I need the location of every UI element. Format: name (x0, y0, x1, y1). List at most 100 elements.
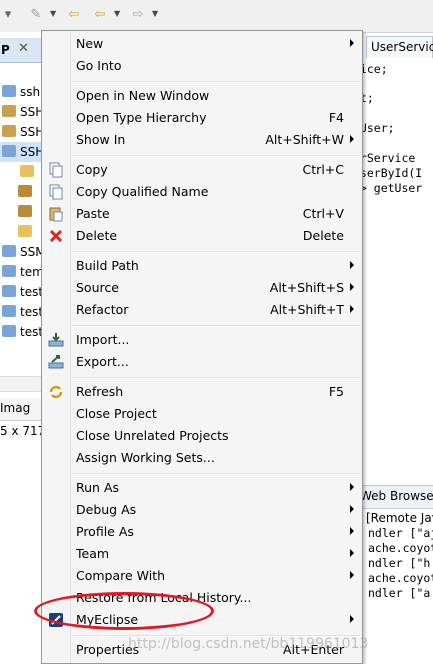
tree-item[interactable]: test (0, 302, 42, 322)
editor-tab[interactable]: UserServic (366, 36, 433, 58)
menu-item-shortcut: F5 (328, 384, 344, 399)
menu-item-label: Import... (76, 332, 130, 347)
library-icon (18, 205, 32, 217)
console-line: ndler ["h (368, 556, 431, 570)
menu-item-shortcut: Ctrl+V (302, 206, 344, 221)
menu-item-copy-qualified-name[interactable]: Copy Qualified Name (42, 181, 362, 203)
tree-item-label: SSH (20, 125, 42, 139)
image-size-text: 5 x 717 (0, 424, 46, 438)
package-explorer-tab[interactable]: P ✕ (0, 38, 42, 63)
menu-item-import[interactable]: Import... (42, 329, 362, 351)
import-icon (48, 332, 64, 348)
tree-item-selected[interactable]: SSH (0, 142, 42, 162)
export-icon (48, 354, 64, 370)
chevron-down-icon[interactable]: ▼ (50, 9, 56, 18)
menu-item-label: Refresh (76, 384, 124, 399)
tree-item[interactable]: SSH (0, 122, 42, 142)
menu-item-source[interactable]: Source Alt+Shift+S (42, 277, 362, 299)
menu-item-compare-with[interactable]: Compare With (42, 565, 362, 587)
project-icon (2, 125, 16, 137)
submenu-arrow-icon (350, 283, 354, 291)
menu-item-new[interactable]: New (42, 33, 362, 55)
menu-item-export[interactable]: Export... (42, 351, 362, 373)
menu-item-go-into[interactable]: Go Into (42, 55, 362, 77)
menu-item-profile-as[interactable]: Profile As (42, 521, 362, 543)
tree-item-label: test (20, 325, 42, 339)
menu-item-paste[interactable]: Paste Ctrl+V (42, 203, 362, 225)
menu-item-label: Source (76, 280, 119, 295)
menu-item-run-as[interactable]: Run As (42, 477, 362, 499)
menu-item-open-in-new-window[interactable]: Open in New Window (42, 85, 362, 107)
menu-item-open-type-hierarchy[interactable]: Open Type Hierarchy F4 (42, 107, 362, 129)
tree-item[interactable]: ssh (0, 82, 42, 102)
project-icon (2, 245, 16, 257)
forward-icon[interactable]: ⇨ (130, 7, 146, 23)
web-browser-tab[interactable]: Web Browse (352, 485, 433, 509)
menu-item-show-in[interactable]: Show In Alt+Shift+W (42, 129, 362, 151)
tree-item-label: tem (20, 265, 42, 279)
submenu-arrow-icon (350, 571, 354, 579)
submenu-arrow-icon (350, 135, 354, 143)
menu-item-label: Close Unrelated Projects (76, 428, 229, 443)
menu-item-shortcut: Delete (302, 228, 344, 243)
menu-item-debug-as[interactable]: Debug As (42, 499, 362, 521)
folder-icon (2, 325, 16, 337)
main-toolbar: ▾ ✎ ▼ ⇦ ⇦ ▼ ⇨ ▼ (0, 0, 433, 33)
menu-item-shortcut: Alt+Shift+T (270, 302, 344, 317)
menu-item-label: Profile As (76, 524, 134, 539)
menu-item-shortcut: Alt+Shift+S (269, 280, 344, 295)
menu-item-close-project[interactable]: Close Project (42, 403, 362, 425)
submenu-arrow-icon (350, 261, 354, 269)
menu-item-label: Team (76, 546, 110, 561)
code-line: UserById(I (353, 166, 423, 180)
toolbar-dropdown-icon[interactable]: ▾ (0, 7, 16, 23)
menu-item-delete[interactable]: Delete Delete (42, 225, 362, 247)
submenu-arrow-icon (350, 483, 354, 491)
annotation-icon[interactable]: ✎ (28, 7, 44, 23)
console-line: [Remote Jav (366, 511, 433, 525)
tree-item[interactable] (0, 222, 42, 242)
menu-item-label: Close Project (76, 406, 157, 421)
menu-item-build-path[interactable]: Build Path (42, 255, 362, 277)
tree-item[interactable]: SSH (0, 102, 42, 122)
folder-icon (20, 165, 34, 177)
menu-item-assign-working-sets[interactable]: Assign Working Sets... (42, 447, 362, 469)
copy-qualified-name-icon (48, 184, 64, 200)
delete-icon (48, 228, 64, 244)
image-viewer-tab[interactable]: Imag (0, 398, 42, 421)
tree-item-label: test (20, 305, 42, 319)
project-icon (2, 105, 16, 117)
back-history-icon[interactable]: ⇦ (66, 7, 82, 23)
close-icon[interactable]: ✕ (18, 41, 29, 56)
tree-item[interactable]: test (0, 322, 42, 342)
menu-item-refactor[interactable]: Refactor Alt+Shift+T (42, 299, 362, 321)
menu-item-label: Go Into (76, 58, 122, 73)
paste-icon (48, 206, 64, 222)
console-line: ache.coyot (368, 541, 433, 555)
tree-item[interactable]: test (0, 282, 42, 302)
menu-item-label: New (76, 36, 104, 51)
back-dropdown-icon[interactable]: ▼ (114, 9, 120, 18)
submenu-arrow-icon (350, 549, 354, 557)
forward-dropdown-icon[interactable]: ▼ (152, 9, 158, 18)
menu-separator (72, 473, 360, 475)
submenu-arrow-icon (350, 39, 354, 47)
submenu-arrow-icon (350, 615, 354, 623)
refresh-icon (48, 384, 64, 400)
tree-item[interactable] (0, 202, 42, 222)
tree-item[interactable] (0, 182, 42, 202)
menu-item-close-unrelated-projects[interactable]: Close Unrelated Projects (42, 425, 362, 447)
context-menu: New Go Into Open in New Window Open Type… (41, 30, 363, 664)
project-icon (2, 145, 16, 157)
menu-item-team[interactable]: Team (42, 543, 362, 565)
package-explorer: P ✕ ssh SSH SSH SSH SSM tem test test te… (0, 32, 46, 664)
tree-item[interactable]: tem (0, 262, 42, 282)
tree-item[interactable]: SSM (0, 242, 42, 262)
menu-item-refresh[interactable]: Refresh F5 (42, 381, 362, 403)
menu-item-label: Copy Qualified Name (76, 184, 209, 199)
menu-item-copy[interactable]: Copy Ctrl+C (42, 159, 362, 181)
back-icon[interactable]: ⇦ (92, 7, 108, 23)
tree-item[interactable] (0, 162, 42, 182)
tree-item-label: ssh (20, 85, 41, 99)
horizontal-scrollbar[interactable] (0, 376, 42, 392)
